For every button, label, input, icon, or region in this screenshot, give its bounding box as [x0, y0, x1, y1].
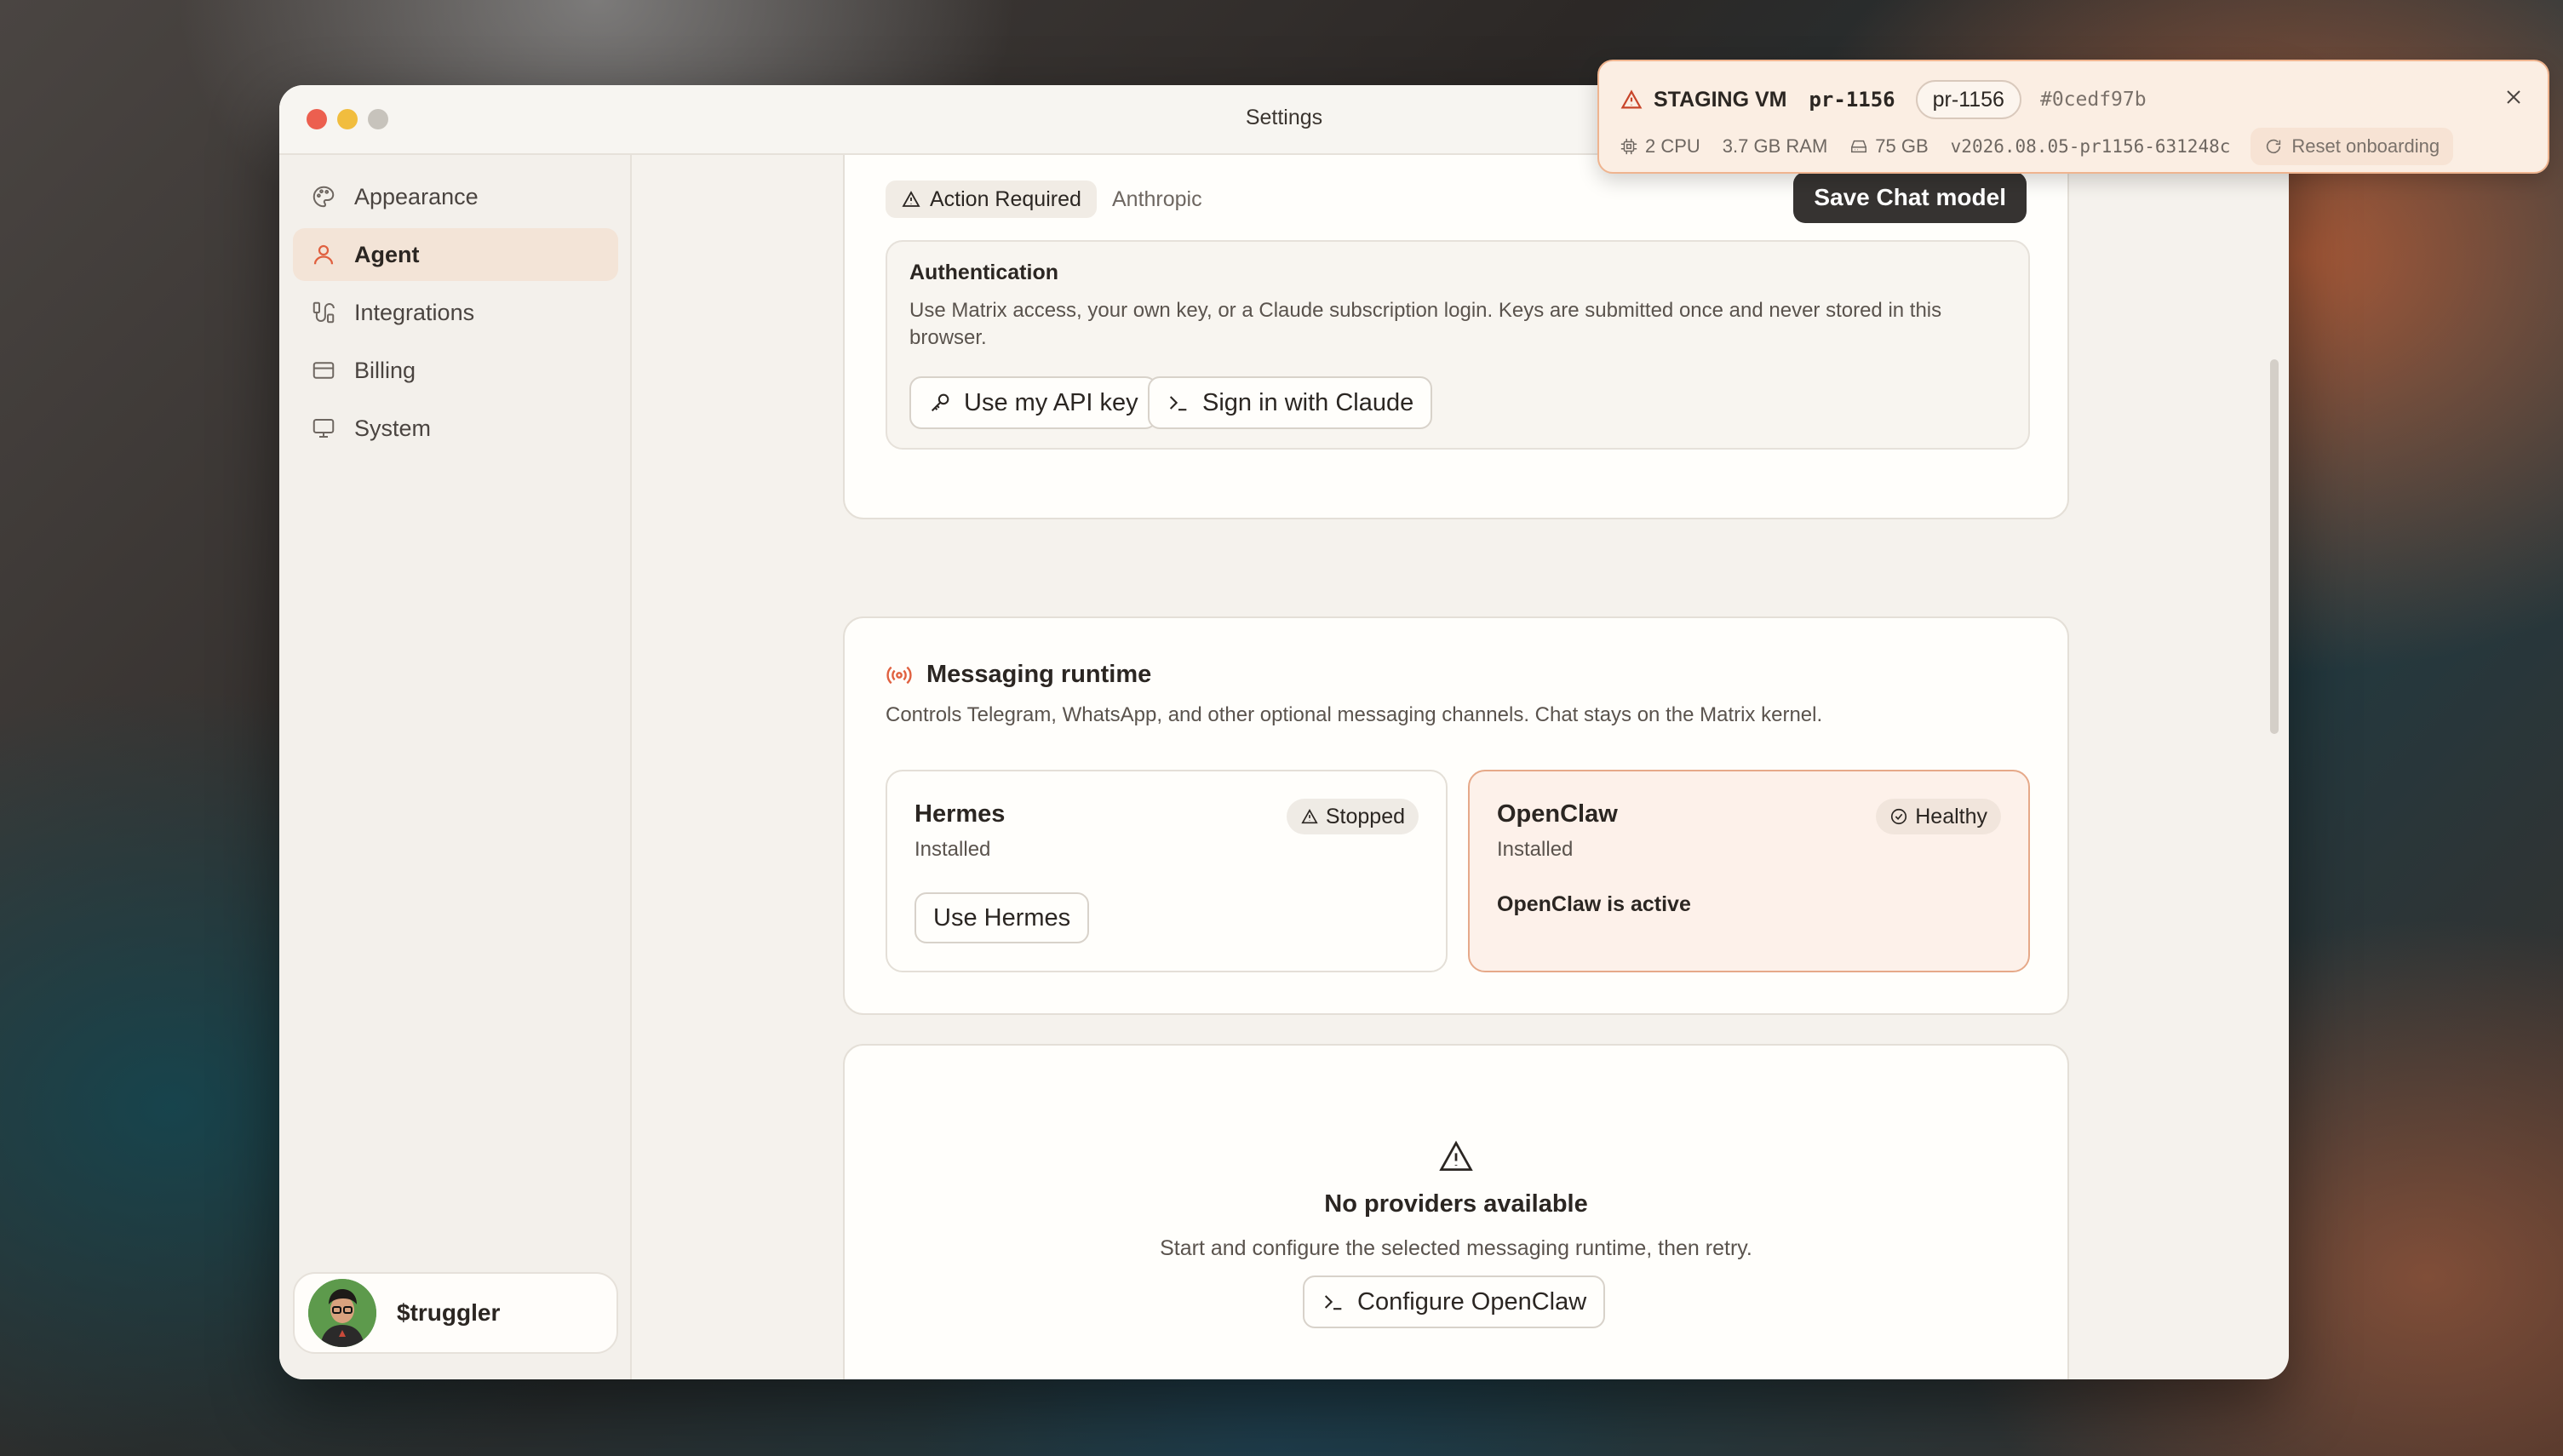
- cpu-spec: 2 CPU: [1620, 135, 1700, 158]
- ram-value: 3.7 GB RAM: [1722, 135, 1828, 157]
- reset-onboarding-button[interactable]: Reset onboarding: [2251, 128, 2454, 165]
- runtime-install-status: Installed: [915, 838, 991, 861]
- avatar: [308, 1279, 376, 1347]
- status-badge-label: Stopped: [1325, 804, 1405, 828]
- scrollbar-thumb[interactable]: [2270, 359, 2279, 734]
- user-card[interactable]: $truggler: [293, 1272, 618, 1354]
- build-version: v2026.08.05-pr1156-631248c: [1950, 136, 2231, 157]
- runtime-name: Hermes: [915, 800, 1006, 828]
- action-required-label: Action Required: [930, 186, 1081, 211]
- disk-spec: 75 GB: [1849, 135, 1929, 158]
- sidebar-item-label: Billing: [354, 357, 416, 383]
- providers-card: No providers available Start and configu…: [843, 1044, 2069, 1379]
- palette-icon: [310, 183, 337, 210]
- close-icon[interactable]: [2500, 83, 2527, 111]
- user-icon: [310, 241, 337, 268]
- runtime-card-openclaw[interactable]: OpenClaw Installed Healthy OpenClaw is a…: [1468, 770, 2030, 972]
- sidebar-item-system[interactable]: System: [293, 402, 618, 455]
- branch-name: pr-1156: [1809, 88, 1895, 112]
- reset-onboarding-label: Reset onboarding: [2291, 135, 2440, 157]
- empty-state-description: Start and configure the selected messagi…: [1160, 1236, 1752, 1260]
- provider-tab-anthropic[interactable]: Anthropic: [1112, 187, 1202, 212]
- authentication-box: Authentication Use Matrix access, your o…: [886, 240, 2030, 450]
- sidebar-item-integrations[interactable]: Integrations: [293, 286, 618, 339]
- toast-specs: 2 CPU 3.7 GB RAM 75 GB v2026.08.05-pr115…: [1620, 128, 2454, 165]
- sidebar-item-label: System: [354, 415, 432, 441]
- sidebar-item-label: Agent: [354, 241, 420, 267]
- runtime-active-text: OpenClaw is active: [1497, 892, 1691, 916]
- warning-icon: [1301, 808, 1318, 824]
- use-api-key-button[interactable]: Use my API key: [909, 376, 1157, 429]
- sidebar-item-billing[interactable]: Billing: [293, 344, 618, 397]
- check-circle-icon: [1891, 808, 1907, 825]
- warning-icon: [902, 191, 920, 207]
- sidebar-item-agent[interactable]: Agent: [293, 228, 618, 281]
- staging-vm-toast: STAGING VM pr-1156 pr-1156 #0cedf97b 2 C…: [1597, 60, 2549, 174]
- messaging-runtime-header: Messaging runtime: [886, 661, 1151, 689]
- sidebar-item-label: Integrations: [354, 299, 475, 325]
- configure-openclaw-label: Configure OpenClaw: [1357, 1287, 1587, 1316]
- messaging-runtime-title: Messaging runtime: [926, 661, 1152, 688]
- use-api-key-label: Use my API key: [964, 388, 1138, 416]
- broadcast-icon: [886, 666, 912, 684]
- sidebar-item-appearance[interactable]: Appearance: [293, 170, 618, 223]
- settings-window: Settings Appearance Agent Integrations B…: [279, 85, 2289, 1379]
- status-badge: Stopped: [1286, 799, 1419, 834]
- authentication-description: Use Matrix access, your own key, or a Cl…: [909, 299, 1942, 349]
- user-name: $truggler: [397, 1299, 501, 1326]
- messaging-runtime-card: Messaging runtime Controls Telegram, Wha…: [843, 616, 2069, 1015]
- sign-in-with-claude-label: Sign in with Claude: [1202, 388, 1414, 416]
- ram-spec: 3.7 GB RAM: [1723, 135, 1827, 158]
- configure-openclaw-button[interactable]: Configure OpenClaw: [1303, 1275, 1606, 1328]
- warning-icon: [1620, 89, 1643, 109]
- integrations-icon: [310, 299, 337, 326]
- use-hermes-button[interactable]: Use Hermes: [915, 892, 1090, 943]
- staging-label: STAGING VM: [1654, 87, 1787, 112]
- hard-drive-icon: [1851, 140, 1867, 153]
- save-chat-model-button[interactable]: Save Chat model: [1793, 172, 2027, 223]
- settings-content: Action Required Anthropic Save Chat mode…: [632, 155, 2289, 1379]
- terminal-icon: [1324, 1295, 1342, 1310]
- runtime-card-hermes[interactable]: Hermes Installed Stopped Use Hermes: [886, 770, 1448, 972]
- sidebar-item-label: Appearance: [354, 183, 479, 209]
- warning-icon: [845, 1138, 2067, 1175]
- sign-in-with-claude-button[interactable]: Sign in with Claude: [1148, 376, 1433, 429]
- empty-state-title: No providers available: [1324, 1190, 1588, 1218]
- commit-hash: #0cedf97b: [2039, 89, 2147, 111]
- runtime-install-status: Installed: [1497, 838, 1574, 861]
- cpu-icon: [1620, 138, 1637, 155]
- branch-chip[interactable]: pr-1156: [1915, 80, 2021, 119]
- runtime-name: OpenClaw: [1497, 800, 1618, 828]
- status-badge: Healthy: [1876, 799, 2001, 834]
- refresh-icon: [2267, 139, 2281, 154]
- terminal-icon: [1169, 396, 1187, 411]
- cpu-value: 2 CPU: [1645, 135, 1700, 157]
- disk-value: 75 GB: [1875, 135, 1929, 157]
- sidebar: Appearance Agent Integrations Billing Sy…: [279, 155, 632, 1379]
- key-icon: [931, 393, 949, 412]
- monitor-icon: [310, 415, 337, 442]
- status-badge-label: Healthy: [1915, 804, 1987, 828]
- credit-card-icon: [310, 357, 337, 384]
- messaging-runtime-description: Controls Telegram, WhatsApp, and other o…: [886, 703, 1823, 726]
- action-required-badge: Action Required: [886, 181, 1097, 218]
- chat-model-card: Action Required Anthropic Save Chat mode…: [843, 155, 2069, 519]
- toast-header: STAGING VM pr-1156 pr-1156 #0cedf97b: [1620, 80, 2147, 119]
- authentication-title: Authentication: [909, 261, 1058, 284]
